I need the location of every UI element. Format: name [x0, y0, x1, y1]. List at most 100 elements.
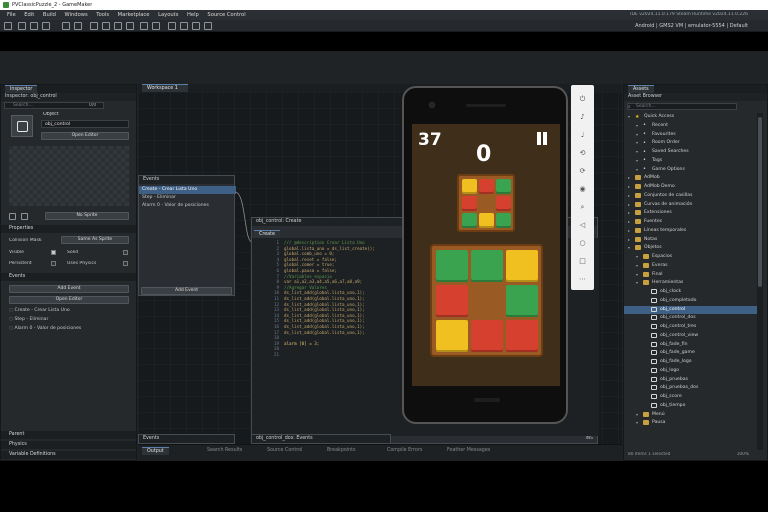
- asset-tree-item[interactable]: obj_fade_logo: [624, 358, 761, 367]
- chevron-icon[interactable]: ▾: [636, 263, 638, 268]
- target-tile[interactable]: [496, 179, 511, 194]
- tab-source-control[interactable]: Source Control: [262, 447, 307, 455]
- zoom-in-icon[interactable]: [168, 22, 176, 30]
- more-icon[interactable]: ⋯: [578, 275, 587, 284]
- scrollbar-thumb[interactable]: [758, 117, 762, 287]
- menu-source-control[interactable]: Source Control: [207, 12, 245, 18]
- undo-icon[interactable]: [62, 22, 70, 30]
- tab-assets[interactable]: Assets: [628, 85, 654, 93]
- asset-tree-item[interactable]: ▸ Fuentes: [624, 218, 761, 227]
- menu-marketplace[interactable]: Marketplace: [118, 12, 150, 18]
- chevron-icon[interactable]: ▾: [628, 114, 630, 119]
- chevron-icon[interactable]: ▸: [628, 228, 630, 233]
- volume-down-icon[interactable]: ♩: [578, 131, 587, 140]
- no-sprite-select[interactable]: No Sprite: [45, 212, 129, 220]
- settings-icon[interactable]: [152, 22, 160, 30]
- volume-up-icon[interactable]: ♪: [578, 113, 587, 122]
- chevron-icon[interactable]: ▾: [636, 420, 638, 425]
- chevron-icon[interactable]: ▾: [636, 412, 638, 417]
- chevron-icon[interactable]: ▸: [628, 175, 630, 180]
- chevron-icon[interactable]: ▸: [628, 184, 630, 189]
- redo-icon[interactable]: [74, 22, 82, 30]
- asset-tree-item[interactable]: ▾ • Room Order: [624, 139, 761, 148]
- add-event-button[interactable]: Add Event: [9, 285, 129, 293]
- events-add-event-button[interactable]: Add Event: [141, 287, 232, 295]
- back-icon[interactable]: ◁: [578, 221, 587, 230]
- chevron-icon[interactable]: ▾: [636, 140, 638, 145]
- asset-tree-item[interactable]: ▸ Notas: [624, 236, 761, 245]
- open-editor-button[interactable]: Open Editor: [41, 132, 129, 140]
- zoom-out-icon[interactable]: [180, 22, 188, 30]
- target-tile[interactable]: [462, 179, 477, 194]
- tab-workspace-1[interactable]: Workspace 1: [142, 84, 188, 92]
- asset-tree-item[interactable]: ▸ AdMob: [624, 174, 761, 183]
- asset-tree-item[interactable]: ▾ Menú: [624, 411, 761, 420]
- sprite-new-icon[interactable]: [21, 213, 28, 220]
- chevron-icon[interactable]: ▾: [636, 280, 638, 285]
- asset-tree-item[interactable]: obj_completado: [624, 297, 761, 306]
- asset-tree-item[interactable]: obj_tiempo: [624, 402, 761, 411]
- menu-tools[interactable]: Tools: [96, 12, 109, 18]
- chevron-icon[interactable]: ▾: [636, 272, 638, 277]
- asset-tree-item[interactable]: ▾ • Saved Searches: [624, 148, 761, 157]
- sprite-edit-icon[interactable]: [9, 213, 16, 220]
- asset-zoom[interactable]: 100%: [737, 452, 749, 457]
- asset-tree-item[interactable]: obj_pruebas: [624, 376, 761, 385]
- tab-feather-messages[interactable]: Feather Messages: [442, 447, 495, 455]
- asset-tree-item[interactable]: ▾ • Recent: [624, 122, 761, 131]
- tab-inspector[interactable]: Inspector: [5, 85, 38, 93]
- asset-tree-item[interactable]: ▸ Curvas de animación: [624, 201, 761, 210]
- asset-tree-item[interactable]: obj_control_view: [624, 332, 761, 341]
- layout-icon[interactable]: [204, 22, 212, 30]
- events-section[interactable]: Events: [1, 273, 136, 281]
- asset-tree-item[interactable]: ▸ AdMob Demo: [624, 183, 761, 192]
- variable-definitions-section[interactable]: Variable Definitions: [1, 451, 136, 459]
- physics-section[interactable]: Physics: [1, 441, 136, 449]
- target-tile[interactable]: [479, 179, 494, 194]
- build-target[interactable]: Android | GMS2 VM | emulator-5554 | Defa…: [635, 23, 748, 29]
- asset-tree-item[interactable]: ▸ Conjuntos de casillas: [624, 192, 761, 201]
- chevron-icon[interactable]: ▾: [636, 167, 638, 172]
- properties-section[interactable]: Properties: [1, 225, 136, 233]
- rotate-left-icon[interactable]: ⟲: [578, 149, 587, 158]
- chevron-icon[interactable]: ▸: [628, 210, 630, 215]
- asset-tree-item[interactable]: ▾ Everas: [624, 262, 761, 271]
- asset-tree-item[interactable]: obj_control_dos: [624, 314, 761, 323]
- open-file-icon[interactable]: [30, 22, 38, 30]
- chevron-icon[interactable]: ▾: [636, 123, 638, 128]
- asset-tree-item[interactable]: ▾ ★ Quick Access: [624, 113, 761, 122]
- target-tile[interactable]: [496, 196, 511, 211]
- menu-layouts[interactable]: Layouts: [158, 12, 178, 18]
- asset-tree-item[interactable]: ▾ Herramientas: [624, 279, 761, 288]
- menu-windows[interactable]: Windows: [65, 12, 88, 18]
- menu-help[interactable]: Help: [187, 12, 199, 18]
- rotate-right-icon[interactable]: ⟳: [578, 167, 587, 176]
- asset-tree-item[interactable]: obj_fade_fin: [624, 341, 761, 350]
- puzzle-tile[interactable]: [471, 250, 503, 282]
- asset-tree-item[interactable]: ▸ Extensiones: [624, 209, 761, 218]
- asset-tree-item[interactable]: obj_control: [624, 305, 761, 315]
- power-icon[interactable]: ⏻: [578, 95, 587, 104]
- tab-output[interactable]: Output: [142, 447, 169, 455]
- chevron-icon[interactable]: ▾: [628, 245, 630, 250]
- build-icon[interactable]: [90, 22, 98, 30]
- zoom-reset-icon[interactable]: [192, 22, 200, 30]
- overview-icon[interactable]: □: [578, 257, 587, 266]
- target-tile[interactable]: [479, 213, 494, 228]
- event-item[interactable]: Step - Eliminar: [139, 194, 236, 202]
- asset-tree-item[interactable]: obj_logo: [624, 367, 761, 376]
- asset-tree-item[interactable]: ▸ Líneas temporales: [624, 227, 761, 236]
- pause-icon[interactable]: [536, 132, 548, 145]
- event-item[interactable]: ◌ Step - Eliminar: [9, 317, 129, 326]
- screenshot-icon[interactable]: ◉: [578, 185, 587, 194]
- persistent-checkbox[interactable]: [51, 261, 56, 266]
- tab-search-results[interactable]: Search Results: [202, 447, 247, 455]
- chevron-icon[interactable]: ▾: [636, 254, 638, 259]
- chevron-icon[interactable]: ▾: [636, 158, 638, 163]
- event-item[interactable]: ◌ Alarm 0 - Valor de posiciones: [9, 326, 129, 335]
- object-name-field[interactable]: obj_control: [41, 120, 129, 128]
- asset-tree-item[interactable]: obj_score: [624, 393, 761, 402]
- event-item[interactable]: ◌ Create - Crear Lista Uno: [9, 308, 129, 317]
- game-screen[interactable]: 37 0: [412, 124, 560, 386]
- asset-tree-item[interactable]: ▾ Final: [624, 271, 761, 280]
